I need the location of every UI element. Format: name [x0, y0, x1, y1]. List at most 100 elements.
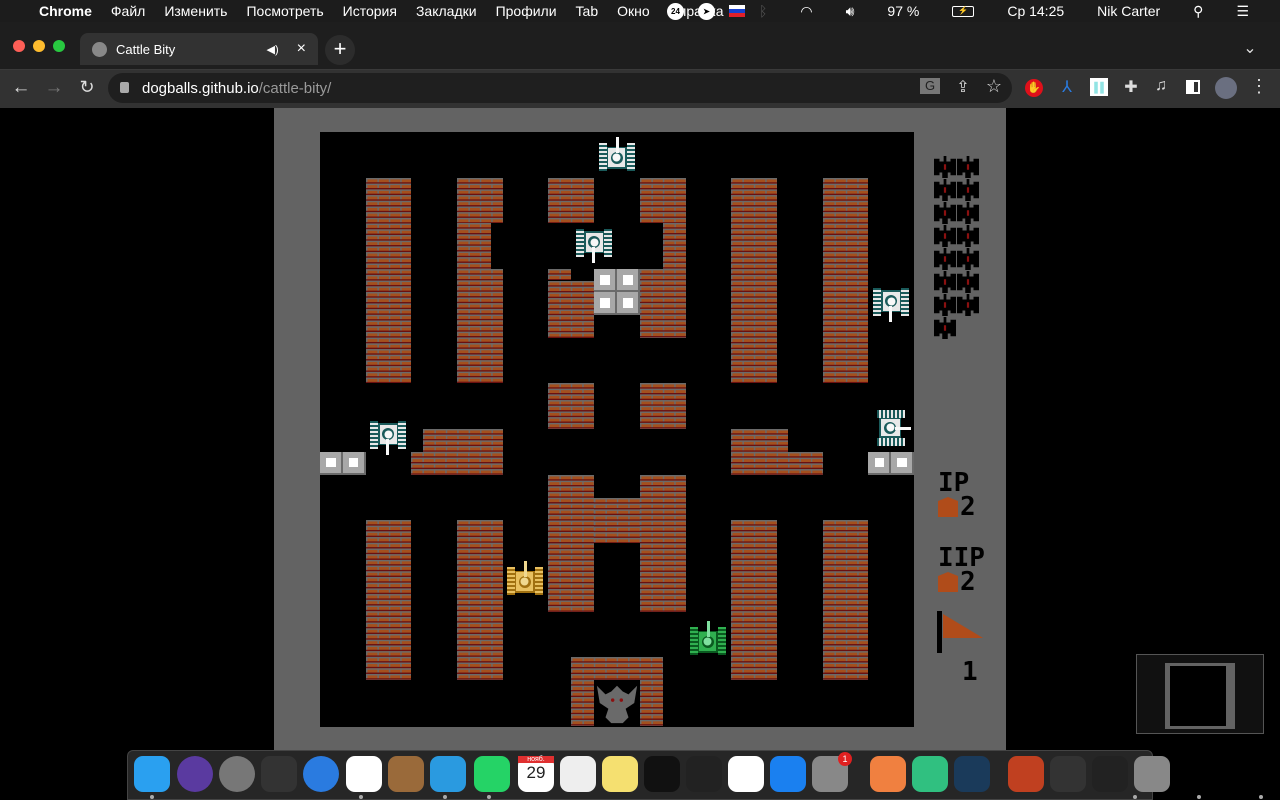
translate-icon[interactable]: G: [920, 78, 940, 94]
control-center-icon[interactable]: ☰: [1236, 3, 1249, 20]
dock-calendar[interactable]: нояб. 29: [518, 756, 554, 792]
battlefield[interactable]: [320, 132, 914, 727]
enemy-tank: [368, 415, 408, 457]
chrome-menu-icon[interactable]: ⋮: [1250, 76, 1268, 97]
maximize-window-button[interactable]: [53, 40, 65, 52]
brick-wall: [457, 269, 503, 384]
game-screen[interactable]: IP 2 IIP 2 1: [274, 108, 1006, 750]
back-icon[interactable]: ←: [10, 77, 32, 99]
bluetooth-icon[interactable]: ᛒ: [759, 3, 767, 19]
dock-siri[interactable]: [177, 756, 213, 792]
dock-safari[interactable]: [303, 756, 339, 792]
brick-wall: [639, 680, 663, 726]
menu-view[interactable]: Посмотреть: [246, 3, 323, 19]
dock-launchpad[interactable]: [219, 756, 255, 792]
dock-app-store[interactable]: [770, 756, 806, 792]
player-1-tank-icon: [938, 497, 958, 517]
telegram-icon[interactable]: ➤: [697, 2, 715, 20]
address-bar[interactable]: dogballs.github.io/cattle-bity/ G ⇪ ☆: [108, 73, 1012, 103]
enemy-reserve-icon: [934, 317, 956, 339]
enemy-reserve: [934, 156, 1004, 339]
screenshot-thumbnail[interactable]: [1136, 654, 1264, 734]
brick-wall: [731, 520, 777, 681]
enemy-reserve-icon: [934, 179, 956, 201]
dock-finder[interactable]: [134, 756, 170, 792]
stage-number: 1: [962, 657, 978, 687]
dock-system-preferences[interactable]: 1: [812, 752, 852, 792]
tab-close-icon[interactable]: ×: [297, 40, 306, 58]
brick-wall: [411, 451, 503, 475]
side-panel-icon[interactable]: [1186, 80, 1200, 94]
menu-window[interactable]: Окно: [617, 3, 650, 19]
dock-activity[interactable]: [1050, 756, 1086, 792]
brick-wall: [822, 520, 869, 681]
wifi-icon[interactable]: ◠: [800, 3, 812, 20]
new-tab-button[interactable]: +: [325, 35, 355, 65]
forward-icon[interactable]: →: [43, 77, 65, 99]
dock-contacts[interactable]: [388, 756, 424, 792]
dock-steam[interactable]: [954, 756, 990, 792]
steel-block: [594, 269, 617, 292]
brick-wall: [457, 223, 492, 270]
audio-playing-icon[interactable]: ◀): [267, 43, 279, 56]
dock-alien[interactable]: [686, 756, 722, 792]
enemy-reserve-icon: [957, 225, 979, 247]
user-name[interactable]: Nik Carter: [1097, 3, 1160, 19]
brick-wall: [548, 383, 595, 429]
enemy-reserve-icon: [934, 156, 956, 178]
enemy-reserve-icon: [934, 225, 956, 247]
bookmark-star-icon[interactable]: ☆: [984, 76, 1004, 97]
dock-24[interactable]: [912, 756, 948, 792]
tab-cattle-bity[interactable]: Cattle Bity ◀) ×: [80, 33, 318, 65]
menu-file[interactable]: Файл: [111, 3, 145, 19]
volume-icon[interactable]: 🔊︎: [846, 3, 855, 20]
dock-whatsapp[interactable]: [474, 756, 510, 792]
acrobat-extension-icon[interactable]: ⅄: [1057, 77, 1077, 97]
dock-music[interactable]: [728, 756, 764, 792]
reload-icon[interactable]: ↻: [76, 77, 98, 98]
dock-chrome[interactable]: [346, 756, 382, 792]
brick-wall: [731, 177, 777, 384]
brick-wall: [422, 429, 503, 452]
clock[interactable]: Ср 14:25: [1007, 3, 1064, 19]
player-1-status: IP 2: [938, 470, 976, 520]
menu-app-name[interactable]: Chrome: [39, 3, 92, 19]
dock-xmind[interactable]: [644, 756, 680, 792]
dock-telegram[interactable]: [430, 756, 466, 792]
yandex-24-icon[interactable]: 24: [666, 2, 684, 20]
menu-history[interactable]: История: [343, 3, 397, 19]
dock-window[interactable]: [1092, 756, 1128, 792]
brick-wall: [639, 177, 686, 224]
dock-trash[interactable]: [1134, 756, 1170, 792]
menu-profiles[interactable]: Профили: [496, 3, 557, 19]
minimize-window-button[interactable]: [33, 40, 45, 52]
menu-edit[interactable]: Изменить: [164, 3, 227, 19]
extensions-puzzle-icon[interactable]: ✚: [1122, 77, 1140, 97]
tab-search-chevron-icon[interactable]: ⌄: [1240, 38, 1260, 58]
audio-extension-icon[interactable]: ∥∥: [1090, 78, 1108, 96]
media-control-icon[interactable]: ♫: [1152, 77, 1170, 95]
dock-notes[interactable]: [602, 756, 638, 792]
menu-bookmarks[interactable]: Закладки: [416, 3, 477, 19]
battery-icon[interactable]: ⚡: [952, 5, 975, 17]
brick-wall: [548, 269, 572, 281]
spotlight-search-icon[interactable]: ⚲: [1193, 3, 1203, 20]
dock-mission-control[interactable]: [261, 756, 297, 792]
profile-avatar[interactable]: [1215, 77, 1237, 99]
input-language-flag-icon[interactable]: [728, 5, 745, 17]
brick-wall: [457, 177, 503, 224]
adblock-extension-icon[interactable]: ✋: [1025, 79, 1043, 97]
dock-yandex-24[interactable]: [870, 756, 906, 792]
share-icon[interactable]: ⇪: [953, 77, 973, 97]
dock-textedit[interactable]: [560, 756, 596, 792]
page-content: IP 2 IIP 2 1: [0, 108, 1280, 750]
dock-preview[interactable]: [1008, 756, 1044, 792]
menu-bar: Chrome Файл Изменить Посмотреть История …: [0, 0, 1280, 22]
brick-wall: [571, 680, 595, 726]
enemy-reserve-icon: [957, 202, 979, 224]
menu-tab[interactable]: Tab: [576, 3, 599, 19]
battery-percent[interactable]: 97 %: [887, 3, 919, 19]
close-window-button[interactable]: [13, 40, 25, 52]
brick-wall: [548, 177, 595, 224]
brick-wall: [365, 520, 412, 681]
